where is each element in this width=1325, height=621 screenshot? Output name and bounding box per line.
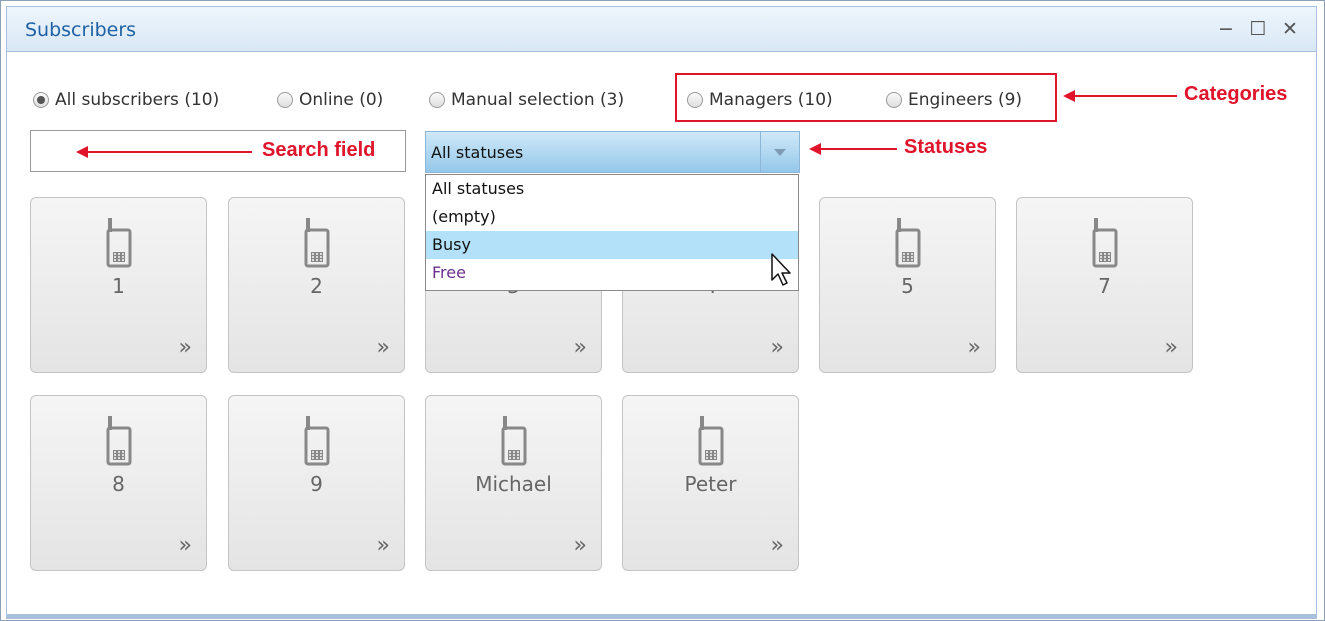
categories-annotation: Categories bbox=[1184, 83, 1288, 105]
status-option-empty[interactable]: (empty) bbox=[426, 203, 798, 231]
tile-label: Peter bbox=[684, 472, 737, 496]
tile-label: 7 bbox=[1098, 274, 1111, 298]
radio-manual-selection[interactable]: Manual selection (3) bbox=[429, 86, 624, 114]
search-annotation: Search field bbox=[262, 139, 376, 161]
status-dropdown-list: All statuses (empty) Busy Free bbox=[425, 174, 799, 291]
subscriber-tile[interactable]: 8» bbox=[30, 395, 207, 571]
mobile-phone-icon bbox=[698, 416, 724, 466]
mobile-phone-icon bbox=[1092, 218, 1118, 268]
double-chevron-right-icon[interactable]: » bbox=[1165, 337, 1178, 359]
mobile-phone-icon bbox=[106, 416, 132, 466]
statuses-annotation: Statuses bbox=[904, 136, 988, 158]
double-chevron-right-icon[interactable]: » bbox=[179, 337, 192, 359]
radio-dot[interactable] bbox=[429, 92, 445, 108]
radio-label: All subscribers (10) bbox=[55, 90, 220, 110]
double-chevron-right-icon[interactable]: » bbox=[968, 337, 981, 359]
close-button[interactable]: ✕ bbox=[1277, 15, 1303, 43]
double-chevron-right-icon[interactable]: » bbox=[771, 535, 784, 557]
window-title: Subscribers bbox=[25, 19, 137, 41]
maximize-button[interactable]: ☐ bbox=[1245, 15, 1271, 43]
bottom-border bbox=[6, 615, 1317, 619]
subscriber-tile[interactable]: Peter » bbox=[622, 395, 799, 571]
radio-label: Online (0) bbox=[299, 90, 384, 110]
radio-label: Manual selection (3) bbox=[451, 90, 625, 110]
tile-label: 1 bbox=[112, 274, 125, 298]
double-chevron-right-icon[interactable]: » bbox=[377, 535, 390, 557]
radio-dot[interactable] bbox=[33, 92, 49, 108]
search-arrow bbox=[76, 146, 252, 158]
mobile-phone-icon bbox=[895, 218, 921, 268]
title-bar[interactable]: Subscribers − ☐ ✕ bbox=[6, 6, 1317, 52]
status-option-busy[interactable]: Busy bbox=[426, 231, 798, 259]
double-chevron-right-icon[interactable]: » bbox=[574, 535, 587, 557]
subscriber-tile[interactable]: 7» bbox=[1016, 197, 1193, 373]
double-chevron-right-icon[interactable]: » bbox=[179, 535, 192, 557]
double-chevron-right-icon[interactable]: » bbox=[377, 337, 390, 359]
status-selected-value: All statuses bbox=[431, 143, 524, 162]
tile-label: 8 bbox=[112, 472, 125, 496]
double-chevron-right-icon[interactable]: » bbox=[771, 337, 784, 359]
minimize-button[interactable]: − bbox=[1213, 15, 1239, 43]
chevron-down-icon[interactable] bbox=[760, 132, 799, 172]
status-combobox[interactable]: All statuses bbox=[425, 131, 800, 173]
radio-online[interactable]: Online (0) bbox=[277, 86, 383, 114]
mobile-phone-icon bbox=[501, 416, 527, 466]
mobile-phone-icon bbox=[304, 416, 330, 466]
categories-highlight-box bbox=[675, 73, 1057, 122]
subscriber-tile[interactable]: Michael » bbox=[425, 395, 602, 571]
tile-label: 9 bbox=[310, 472, 323, 496]
statuses-arrow bbox=[809, 143, 897, 155]
tile-label: 5 bbox=[901, 274, 914, 298]
subscriber-tile[interactable]: 1» bbox=[30, 197, 207, 373]
mobile-phone-icon bbox=[304, 218, 330, 268]
status-option-free[interactable]: Free bbox=[426, 259, 798, 287]
subscriber-tile[interactable]: 5» bbox=[819, 197, 996, 373]
radio-all-subscribers[interactable]: All subscribers (10) bbox=[33, 86, 219, 114]
tile-label: Michael bbox=[475, 472, 552, 496]
radio-dot[interactable] bbox=[277, 92, 293, 108]
tile-label: 2 bbox=[310, 274, 323, 298]
mobile-phone-icon bbox=[106, 218, 132, 268]
double-chevron-right-icon[interactable]: » bbox=[574, 337, 587, 359]
categories-arrow bbox=[1063, 90, 1177, 102]
status-option-all[interactable]: All statuses bbox=[426, 175, 798, 203]
subscriber-tile[interactable]: 9» bbox=[228, 395, 405, 571]
mouse-pointer-icon bbox=[771, 253, 791, 286]
subscriber-tile[interactable]: 2» bbox=[228, 197, 405, 373]
